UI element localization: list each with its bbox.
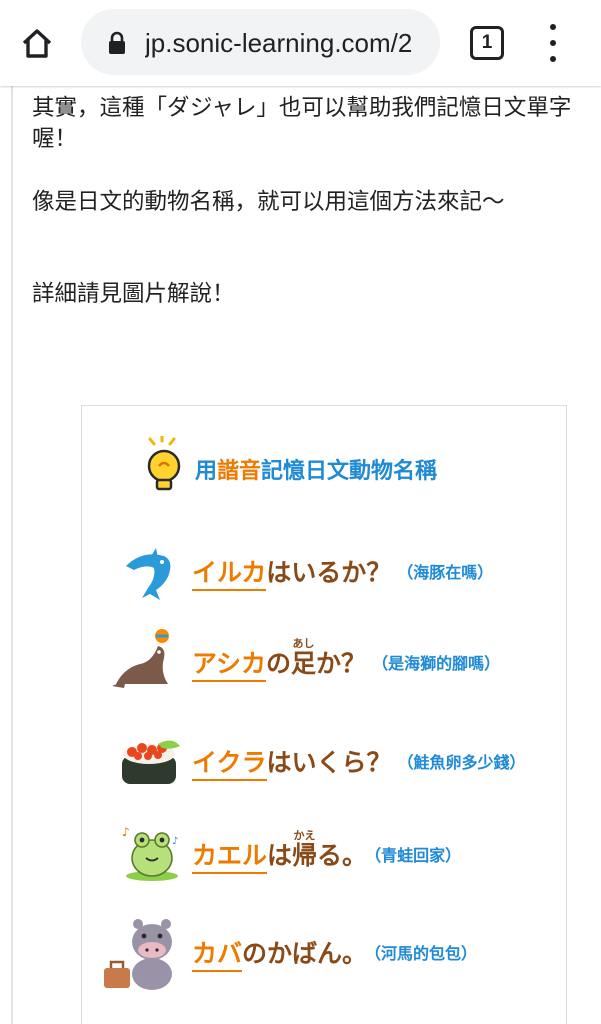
row-sea-lion: アシカの あし 足か？ （是海獅的腳嗎）	[192, 637, 500, 682]
row-dolphin: イルカはいるか？ （海豚在嗎）	[192, 557, 493, 591]
article-paragraph-3: 詳細請見圖片解說！	[32, 281, 235, 307]
dolphin-icon	[126, 548, 171, 600]
content-border	[11, 86, 13, 1024]
browser-toolbar: jp.sonic-learning.com/2 1	[0, 0, 601, 86]
lock-icon	[109, 31, 125, 54]
svg-text:♪: ♪	[172, 836, 178, 847]
svg-text:♪: ♪	[122, 825, 130, 839]
lightbulb-icon	[147, 436, 181, 491]
home-button[interactable]	[14, 20, 60, 66]
address-bar[interactable]: jp.sonic-learning.com/2	[81, 9, 440, 75]
tab-switcher-button[interactable]: 1	[470, 26, 504, 60]
salmon-roe-sushi-icon	[122, 740, 180, 784]
article-paragraph-2: 像是日文的動物名稱，就可以用這個方法來記～	[32, 189, 505, 215]
home-icon	[22, 29, 52, 58]
hippo-with-bag-icon	[104, 919, 172, 990]
row-hippo: カバのかばん。 （河馬的包包）	[192, 938, 477, 972]
sea-lion-icon	[112, 629, 169, 688]
article-paragraph-1: 其實，這種「ダジャレ」也可以幫助我們記憶日文單字喔！	[32, 95, 572, 152]
frog-icon: ♪ ♪	[122, 825, 178, 881]
menu-icon	[550, 24, 556, 30]
row-frog: カエルは かえ 帰る。 （青蛙回家）	[192, 829, 461, 874]
row-salmon-roe: イクラはいくら？ （鮭魚卵多少錢）	[192, 747, 526, 781]
illustration-card: 用諧音記憶日文動物名稱 イルカはいるか？ （海豚在嗎） アシカの あし 足か？ （是海獅…	[81, 405, 567, 1024]
url-text[interactable]: jp.sonic-learning.com/2	[145, 28, 437, 58]
card-title: 用諧音記憶日文動物名稱	[195, 459, 438, 484]
menu-button[interactable]	[541, 24, 565, 62]
tab-count: 1	[481, 32, 493, 53]
